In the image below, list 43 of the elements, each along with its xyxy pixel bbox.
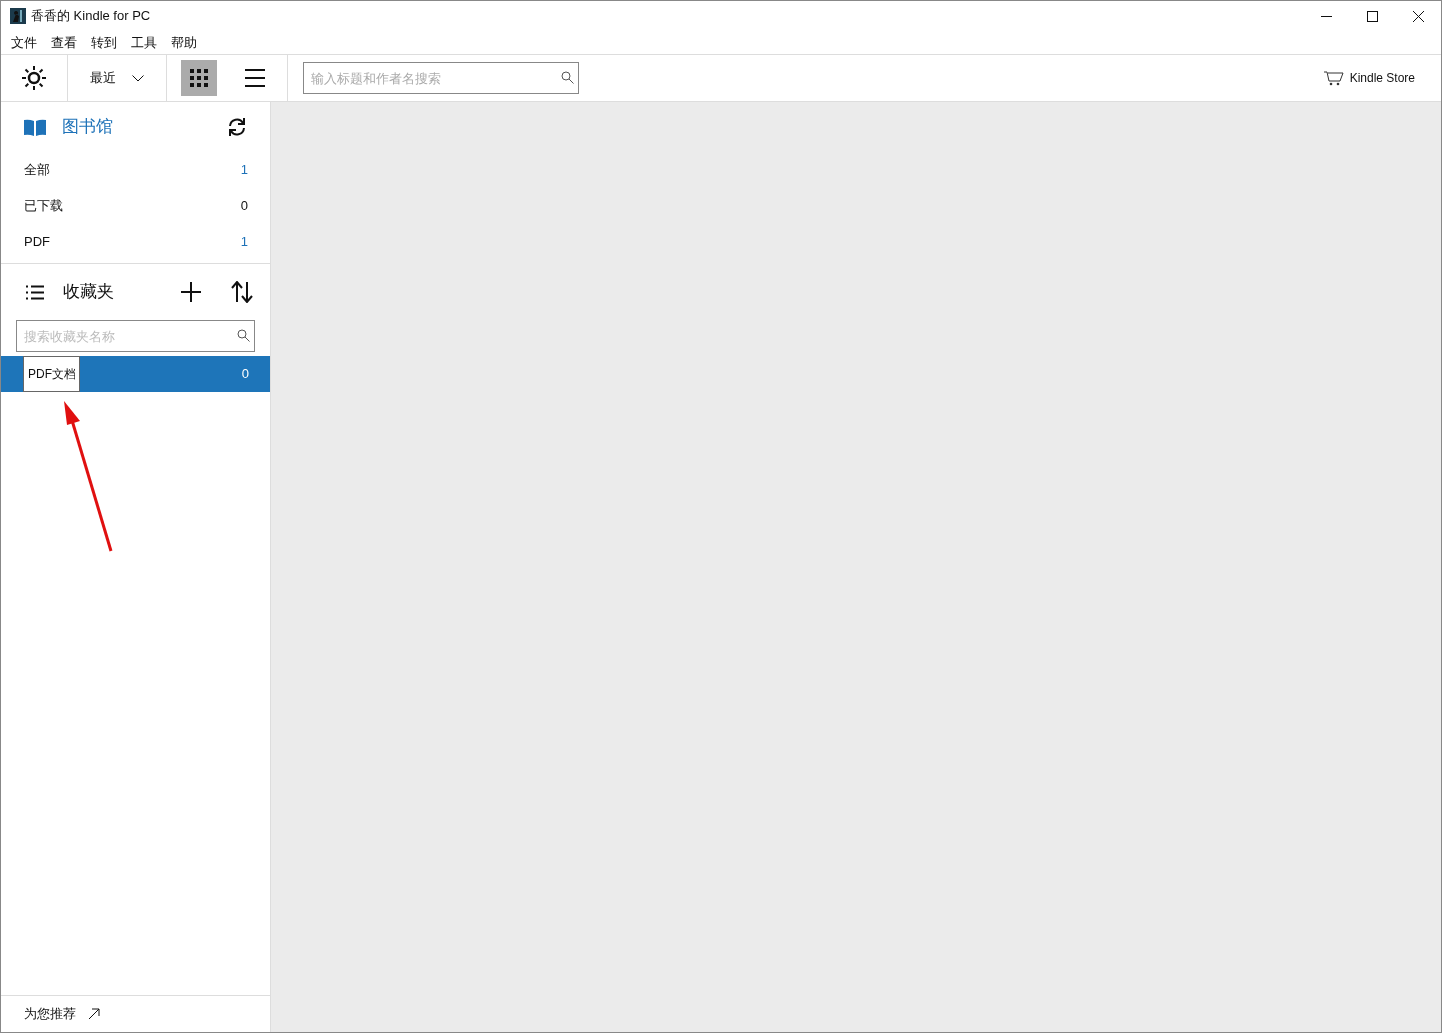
sort-button[interactable] xyxy=(231,281,253,303)
menu-item[interactable]: 帮助 xyxy=(164,32,204,53)
window-title: 香香的 Kindle for PC xyxy=(31,7,151,26)
minimize-icon xyxy=(1320,15,1332,17)
cart-icon xyxy=(1323,70,1345,86)
search-icon xyxy=(561,71,574,84)
collection-count: 0 xyxy=(241,365,249,384)
maximize-icon xyxy=(1366,10,1378,22)
collection-search-field[interactable]: 搜索收藏夹名称 xyxy=(16,320,255,352)
grid-icon xyxy=(190,69,208,87)
list-icon xyxy=(26,284,44,300)
filter-label: 已下载 xyxy=(24,197,63,216)
collection-item[interactable]: PDF文档 0 xyxy=(1,356,270,392)
menu-item[interactable]: 工具 xyxy=(124,32,164,53)
menu-item[interactable]: 转到 xyxy=(84,32,124,53)
chevron-down-icon xyxy=(132,74,144,82)
library-filter-item[interactable]: PDF 1 xyxy=(1,224,270,260)
search-field[interactable]: 输入标题和作者名搜索 xyxy=(303,62,579,94)
filter-label: 全部 xyxy=(24,161,50,180)
collections-title: 收藏夹 xyxy=(63,281,114,304)
close-icon xyxy=(1412,10,1424,22)
external-link-icon xyxy=(88,1008,100,1020)
sync-button[interactable] xyxy=(227,117,247,137)
recommend-link[interactable]: 为您推荐 xyxy=(24,1004,100,1024)
view-button[interactable] xyxy=(181,60,217,96)
library-filter-item[interactable]: 已下载 0 xyxy=(1,188,270,224)
store-link[interactable]: Kindle Store xyxy=(1323,69,1415,87)
add-button[interactable] xyxy=(181,282,201,302)
rename-field[interactable]: PDF文档 xyxy=(23,356,80,392)
sort-dropdown[interactable]: 最近 xyxy=(68,55,167,101)
search-icon xyxy=(237,329,250,342)
menu-item[interactable]: 查看 xyxy=(44,32,84,53)
filter-count: 1 xyxy=(240,161,248,180)
filter-count: 1 xyxy=(240,233,248,252)
library-filter-item[interactable]: 全部 1 xyxy=(1,152,270,188)
filter-count: 0 xyxy=(240,197,248,216)
filter-label: PDF xyxy=(24,233,50,252)
app-logo-icon xyxy=(10,8,26,24)
menu-icon xyxy=(245,69,265,87)
library-title: 图书馆 xyxy=(62,116,113,139)
book-icon xyxy=(24,118,46,136)
sun-icon xyxy=(22,66,46,90)
menu-item[interactable]: 文件 xyxy=(4,32,44,53)
